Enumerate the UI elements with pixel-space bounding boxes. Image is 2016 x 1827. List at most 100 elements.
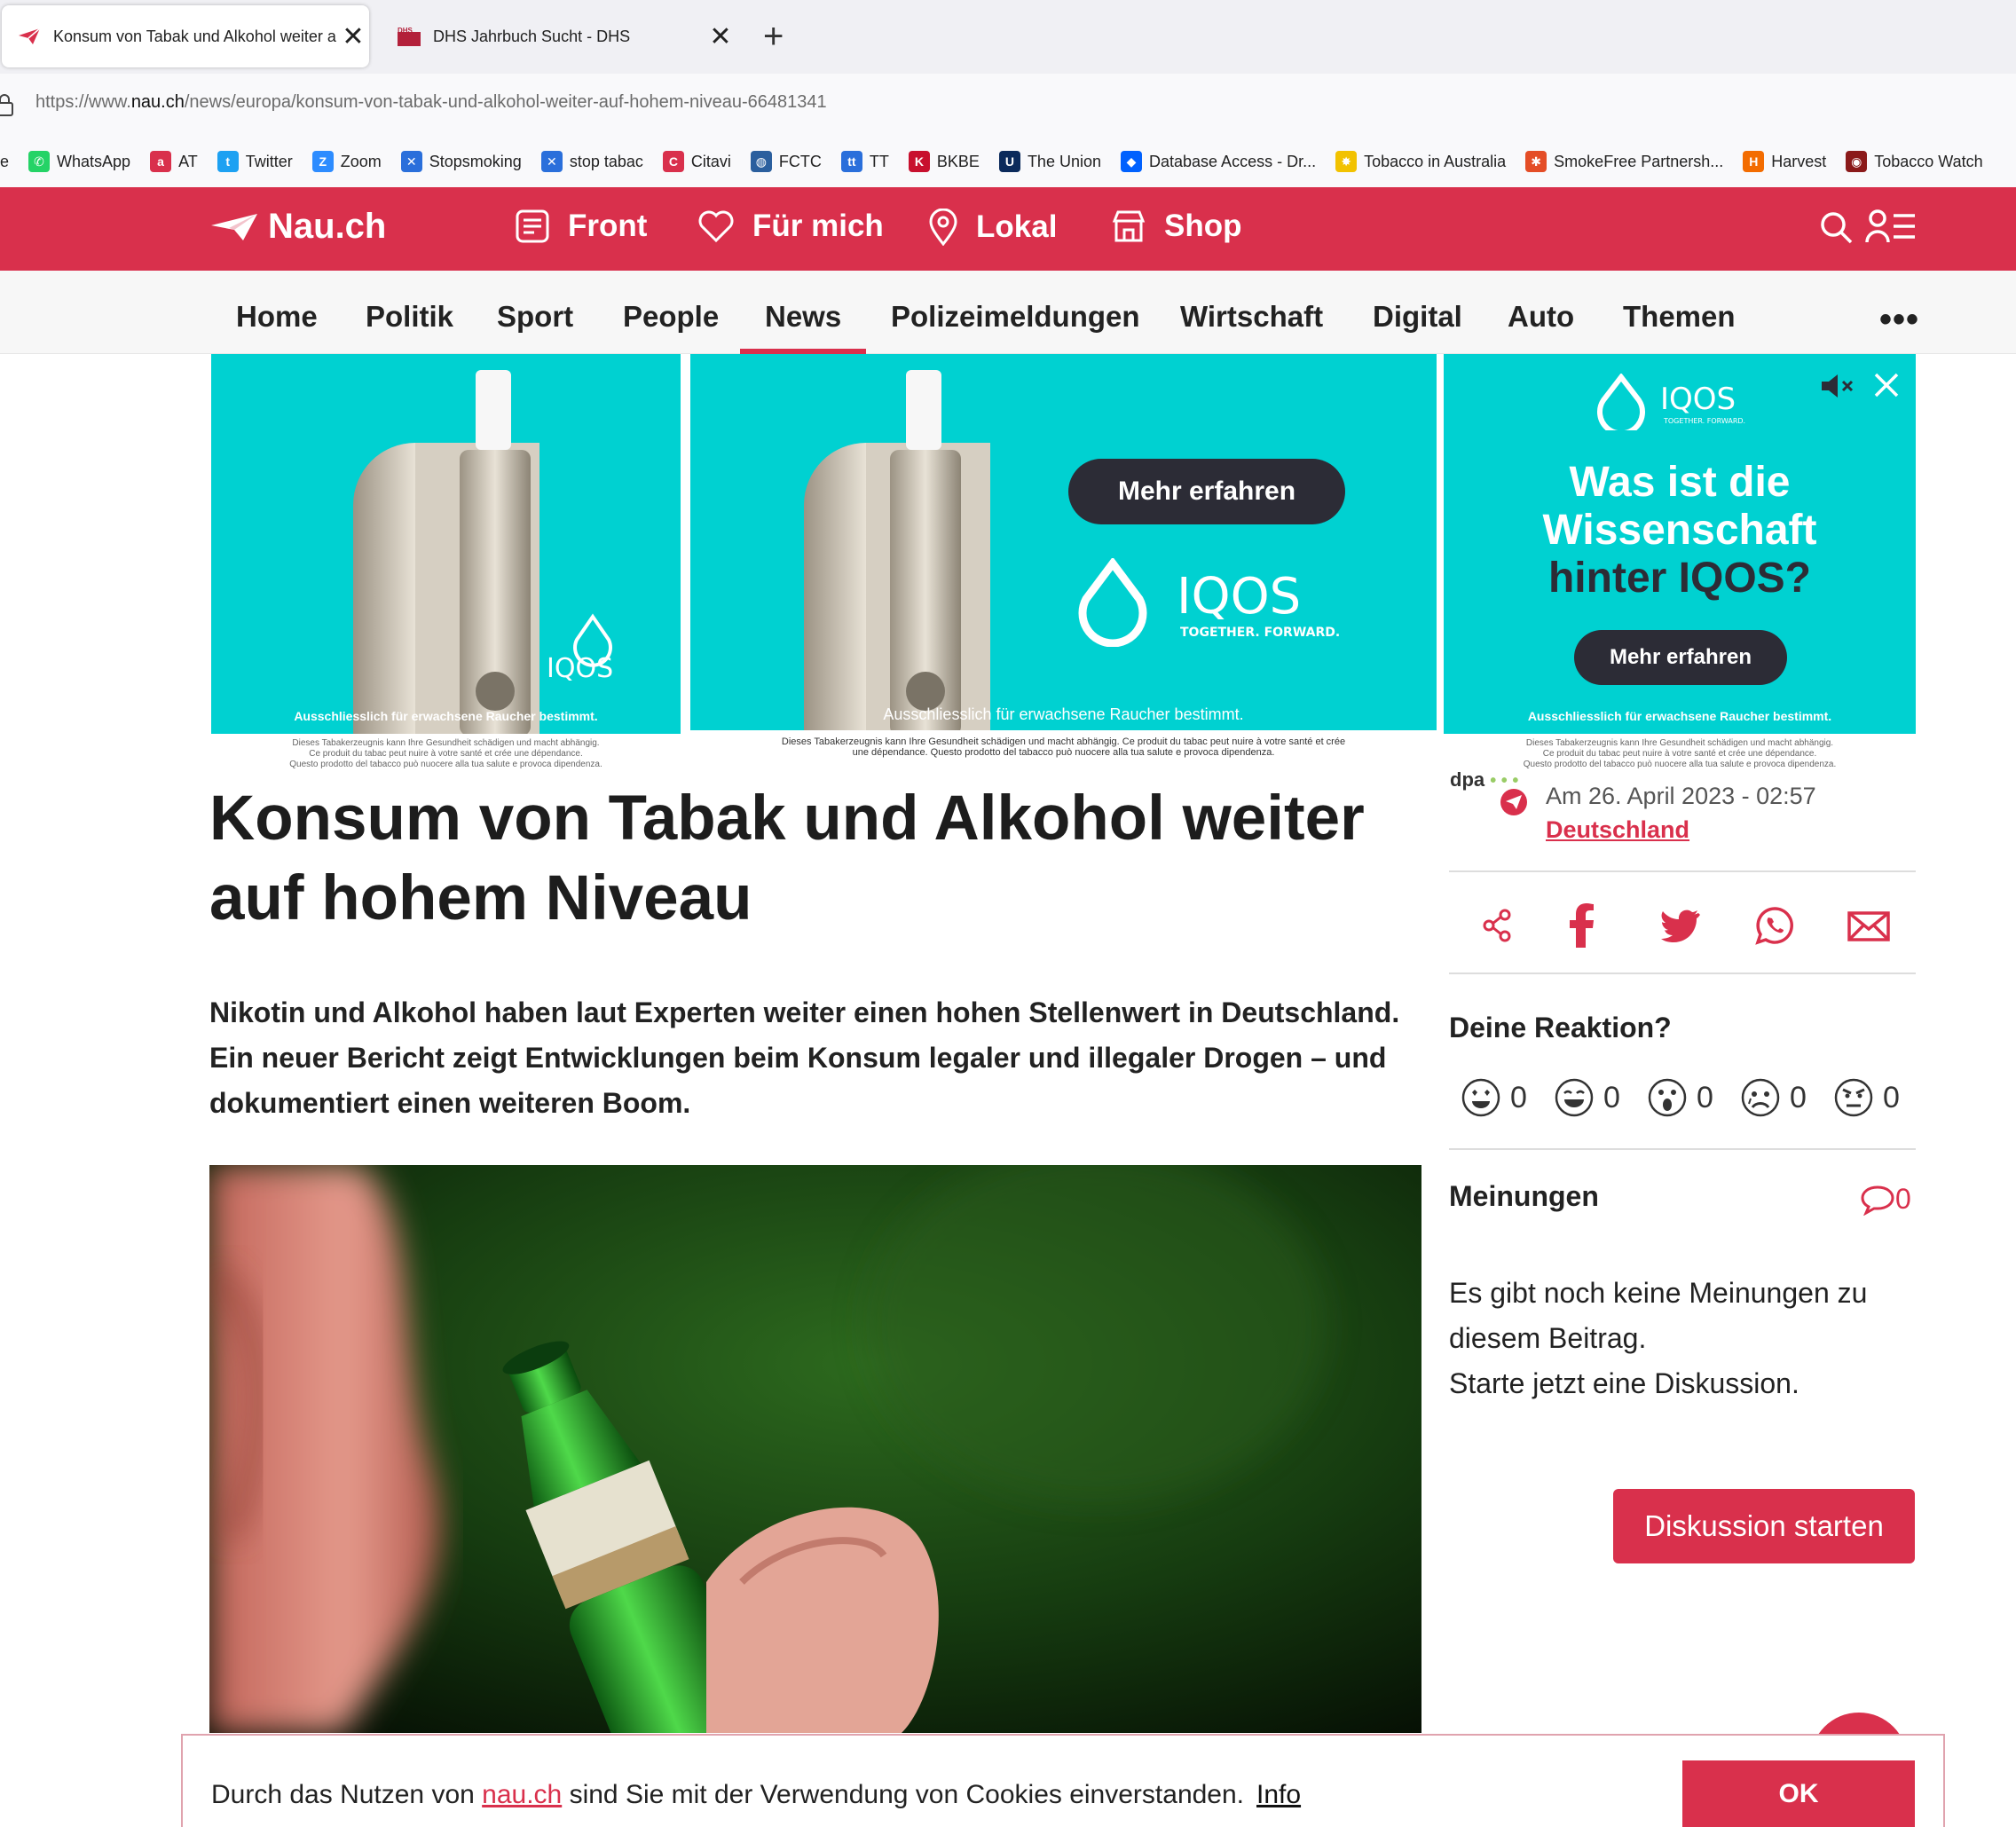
cookie-text: Durch das Nutzen von nau.ch sind Sie mit…: [211, 1780, 1301, 1810]
bookmark-label: Tobacco in Australia: [1364, 152, 1507, 170]
bookmark-label: SmokeFree Partnersh...: [1554, 152, 1724, 170]
topnav-fuer-mich[interactable]: Für mich: [697, 209, 884, 244]
start-discussion-button[interactable]: Diskussion starten: [1613, 1489, 1915, 1563]
close-ad-icon[interactable]: [1871, 370, 1902, 400]
location-pin-icon: [929, 209, 957, 246]
topnav-front[interactable]: Front: [515, 209, 647, 244]
surprised-emoji-icon: [1648, 1078, 1687, 1117]
search-icon[interactable]: [1819, 210, 1855, 246]
bookmark-item[interactable]: ✸ Tobacco in Australia: [1335, 151, 1506, 172]
cookie-site-link[interactable]: nau.ch: [482, 1780, 562, 1809]
region-link[interactable]: Deutschland: [1546, 816, 1689, 844]
section-politik[interactable]: Politik: [366, 271, 453, 354]
bookmark-item[interactable]: le: [0, 153, 9, 171]
bookmark-item[interactable]: t Twitter: [217, 151, 293, 172]
url-text[interactable]: https://www.nau.ch/news/europa/konsum-vo…: [35, 92, 827, 113]
iqos-logo-icon: IQOS: [547, 613, 613, 684]
reaction-love[interactable]: 0: [1461, 1077, 1527, 1118]
address-bar[interactable]: https://www.nau.ch/news/europa/konsum-vo…: [0, 74, 2016, 136]
bookmark-item[interactable]: ◍ FCTC: [750, 151, 822, 172]
nau-pin-icon: [1500, 789, 1527, 815]
no-opinions-message: Es gibt noch keine Meinungen zu diesem B…: [1449, 1271, 1928, 1406]
reaction-count: 0: [1697, 1080, 1713, 1114]
bookmark-item[interactable]: tt TT: [840, 151, 889, 172]
ad-cta-button[interactable]: Mehr erfahren: [1068, 459, 1345, 524]
bookmark-item[interactable]: Z Zoom: [311, 151, 382, 172]
bookmark-item[interactable]: ◆ Database Access - Dr...: [1121, 151, 1316, 172]
ad-banner-center[interactable]: Mehr erfahren IQOS TOGETHER. FORWARD. Aus…: [690, 354, 1437, 730]
section-polizeimeldungen[interactable]: Polizeimeldungen: [891, 271, 1140, 354]
section-sport[interactable]: Sport: [497, 271, 573, 354]
warning-line-2: une dépendance. Questo prodotto del taba…: [852, 747, 1275, 758]
tab-inactive[interactable]: DHS DHS Jahrbuch Sucht - DHS ✕: [382, 5, 736, 67]
topnav-label: Für mich: [752, 209, 884, 243]
bookmark-item[interactable]: U The Union: [998, 151, 1101, 172]
bookmark-item[interactable]: K BKBE: [908, 151, 980, 172]
tab-title: Konsum von Tabak und Alkohol weiter auf …: [53, 27, 337, 45]
topnav-shop[interactable]: Shop: [1111, 209, 1241, 244]
ad-cta-button[interactable]: Mehr erfahren: [1574, 630, 1787, 685]
url-domain: nau.ch: [130, 92, 185, 112]
opinions-count[interactable]: 0: [1860, 1183, 1911, 1216]
zoom-icon: Z: [311, 151, 334, 172]
bookmark-label: Zoom: [340, 152, 382, 170]
whatsapp-icon[interactable]: [1755, 903, 1794, 948]
dhs-favicon-icon: DHS: [398, 27, 421, 46]
more-sections-button[interactable]: •••: [1879, 300, 1919, 340]
ad-banner-right[interactable]: IQOS TOGETHER. FORWARD. Was ist die Wisse…: [1444, 354, 1916, 734]
bookmark-label: WhatsApp: [57, 152, 131, 170]
reaction-angry[interactable]: 0: [1833, 1077, 1900, 1118]
iqos-logo-icon: IQOSTOGETHER. FORWARD.: [1078, 558, 1340, 647]
section-news[interactable]: News: [739, 271, 867, 354]
cookie-ok-button[interactable]: OK: [1682, 1760, 1915, 1827]
reaction-laugh[interactable]: 0: [1554, 1077, 1620, 1118]
section-home[interactable]: Home: [236, 271, 318, 354]
svg-text:TOGETHER. FORWARD.: TOGETHER. FORWARD.: [1663, 417, 1745, 425]
site-header: Nau.ch Front Für mich Lokal Shop: [0, 187, 2016, 271]
section-auto[interactable]: Auto: [1508, 271, 1574, 354]
close-tab-icon[interactable]: ✕: [337, 21, 369, 52]
facebook-icon[interactable]: [1569, 903, 1595, 949]
dropbox-icon: ◆: [1121, 151, 1142, 172]
bookmark-item[interactable]: ◉ Tobacco Watch: [1846, 151, 1983, 172]
device-image: [353, 370, 539, 734]
site-logo[interactable]: Nau.ch: [209, 207, 386, 247]
ad-banner-left[interactable]: IQOS Ausschliesslich für erwachsene Rauc…: [211, 354, 681, 734]
reaction-sad[interactable]: 0: [1740, 1077, 1807, 1118]
section-wirtschaft[interactable]: Wirtschaft: [1180, 271, 1323, 354]
tt-icon: tt: [840, 151, 862, 172]
bookmark-item[interactable]: ✕ Stopsmoking: [400, 151, 522, 172]
bookmark-label: TT: [869, 152, 889, 170]
union-icon: U: [998, 151, 1020, 172]
bookmark-item[interactable]: C Citavi: [662, 151, 731, 172]
topnav-lokal[interactable]: Lokal: [928, 209, 1057, 246]
topnav-label: Shop: [1164, 209, 1242, 243]
bookmark-label: AT: [178, 152, 198, 170]
logo-text: Nau.ch: [268, 207, 387, 246]
share-icon[interactable]: [1482, 903, 1512, 948]
cookie-info-link[interactable]: Info: [1256, 1780, 1301, 1809]
bookmark-item[interactable]: a AT: [150, 151, 198, 172]
laugh-emoji-icon: [1555, 1078, 1594, 1117]
comment-icon: [1861, 1185, 1894, 1216]
twitter-icon[interactable]: [1661, 903, 1700, 948]
mute-icon[interactable]: [1820, 372, 1855, 400]
no-opinions-line-2: diesem Beitrag.: [1449, 1322, 1647, 1354]
tab-active[interactable]: Konsum von Tabak und Alkohol weiter auf …: [2, 5, 369, 67]
close-tab-icon[interactable]: ✕: [705, 21, 736, 52]
warning-fr: Ce produit du tabac peut nuire à votre s…: [1542, 749, 1817, 759]
bookmark-item[interactable]: ✱ SmokeFree Partnersh...: [1525, 151, 1723, 172]
user-menu-icon[interactable]: [1865, 209, 1917, 244]
nau-favicon-icon: [18, 27, 41, 46]
bookmark-item[interactable]: H Harvest: [1743, 151, 1826, 172]
new-tab-button[interactable]: +: [763, 16, 784, 57]
section-themen[interactable]: Themen: [1623, 271, 1736, 354]
bookmark-item[interactable]: ✆ WhatsApp: [28, 151, 130, 172]
x-icon: ✕: [400, 151, 422, 172]
section-people[interactable]: People: [623, 271, 719, 354]
bookmark-item[interactable]: ✕ stop tabac: [540, 151, 643, 172]
reaction-surprised[interactable]: 0: [1647, 1077, 1713, 1118]
warning-de: Dieses Tabakerzeugnis kann Ihre Gesundhe…: [1525, 738, 1834, 748]
mail-icon[interactable]: [1847, 903, 1890, 948]
section-digital[interactable]: Digital: [1373, 271, 1462, 354]
